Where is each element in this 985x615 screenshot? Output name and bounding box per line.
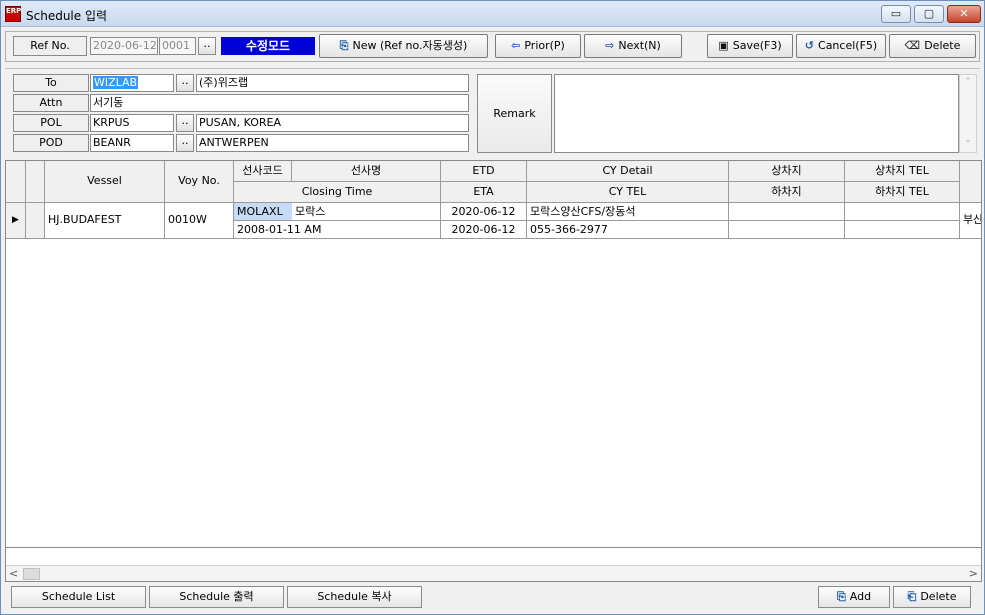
- scroll-down-icon[interactable]: ⌄: [960, 135, 976, 145]
- closing-time-header[interactable]: Closing Time: [234, 182, 441, 203]
- delete-row-button[interactable]: ⎗ Delete: [893, 586, 971, 608]
- schedule-print-button[interactable]: Schedule 출력: [149, 586, 284, 608]
- prior-button[interactable]: ⇦ Prior(P): [495, 34, 581, 58]
- overflow-cell[interactable]: 부산: [960, 203, 981, 239]
- closing-time-cell[interactable]: 2008-01-11 AM: [234, 221, 441, 239]
- grid-select-header: [26, 161, 45, 203]
- pol-code-field[interactable]: KRPUS: [90, 114, 174, 132]
- delete-button-label: Delete: [924, 39, 961, 52]
- delete-button[interactable]: ⌫ Delete: [889, 34, 976, 58]
- loading-place-cell[interactable]: [729, 203, 845, 221]
- pol-label: POL: [13, 114, 89, 132]
- unloading-tel-cell[interactable]: [845, 221, 960, 239]
- scroll-left-icon[interactable]: <: [9, 567, 18, 580]
- row-select-cell[interactable]: [26, 203, 45, 239]
- add-row-icon: ⎘: [836, 590, 846, 603]
- pol-name-field[interactable]: PUSAN, KOREA: [196, 114, 469, 132]
- grid-empty-area[interactable]: [6, 241, 981, 546]
- pod-name-field[interactable]: ANTWERPEN: [196, 134, 469, 152]
- new-record-icon: ⎘: [339, 39, 349, 52]
- new-button[interactable]: ⎘ New (Ref no.자동생성): [319, 34, 488, 58]
- to-name-field[interactable]: (주)위즈랩: [196, 74, 469, 92]
- schedule-grid: Vessel Voy No. 선사코드 선사명 Closing Time ETD…: [5, 160, 982, 582]
- voy-header[interactable]: Voy No.: [165, 161, 234, 203]
- to-browse-button[interactable]: ..: [176, 74, 194, 92]
- cy-detail-cell[interactable]: 모락스양산CFS/장동석: [527, 203, 729, 221]
- remark-textarea[interactable]: [554, 74, 959, 153]
- scroll-thumb[interactable]: [23, 568, 40, 580]
- pod-code-field[interactable]: BEANR: [90, 134, 174, 152]
- cy-detail-header[interactable]: CY Detail: [527, 161, 729, 182]
- ref-browse-button[interactable]: ..: [198, 37, 216, 55]
- loading-tel-header[interactable]: 상차지 TEL: [845, 161, 960, 182]
- eta-cell[interactable]: 2020-06-12: [441, 221, 527, 239]
- arrow-left-icon: ⇦: [511, 39, 521, 52]
- cy-tel-cell[interactable]: 055-366-2977: [527, 221, 729, 239]
- overflow-header: [960, 161, 981, 203]
- cy-tel-header[interactable]: CY TEL: [527, 182, 729, 203]
- carrier-name-cell[interactable]: 모락스: [292, 203, 441, 221]
- ref-seq-field[interactable]: 0001: [159, 37, 196, 55]
- carrier-code-header[interactable]: 선사코드: [234, 161, 292, 182]
- loading-place-header[interactable]: 상차지: [729, 161, 845, 182]
- delete-row-label: Delete: [920, 590, 957, 603]
- cancel-button[interactable]: ↺ Cancel(F5): [796, 34, 886, 58]
- eta-header[interactable]: ETA: [441, 182, 527, 203]
- delete-row-icon: ⎗: [907, 590, 917, 603]
- unloading-tel-header[interactable]: 하차지 TEL: [845, 182, 960, 203]
- pol-browse-button[interactable]: ..: [176, 114, 194, 132]
- app-icon: ERP: [5, 6, 21, 22]
- eraser-icon: ⌫: [904, 39, 921, 52]
- edit-mode-badge: 수정모드: [221, 37, 315, 55]
- grid-footer: [6, 547, 981, 565]
- window-title: Schedule 입력: [26, 9, 108, 23]
- schedule-window: ERP Schedule 입력 ▭ ▢ ✕ Ref No. 2020-06-12…: [0, 0, 985, 615]
- attn-field[interactable]: 서기동: [90, 94, 469, 112]
- unloading-place-header[interactable]: 하차지: [729, 182, 845, 203]
- add-row-label: Add: [849, 590, 872, 603]
- pod-browse-button[interactable]: ..: [176, 134, 194, 152]
- cancel-button-label: Cancel(F5): [818, 39, 878, 52]
- arrow-right-icon: ⇨: [605, 39, 615, 52]
- etd-header[interactable]: ETD: [441, 161, 527, 182]
- new-button-label: New (Ref no.자동생성): [352, 39, 468, 52]
- vessel-cell[interactable]: HJ.BUDAFEST: [45, 203, 165, 239]
- save-button[interactable]: ▣ Save(F3): [707, 34, 793, 58]
- schedule-copy-button[interactable]: Schedule 복사: [287, 586, 422, 608]
- vessel-header[interactable]: Vessel: [45, 161, 165, 203]
- next-button-label: Next(N): [618, 39, 661, 52]
- scroll-up-icon[interactable]: ⌃: [960, 77, 976, 87]
- scroll-right-icon[interactable]: >: [969, 567, 978, 580]
- carrier-name-header[interactable]: 선사명: [292, 161, 441, 182]
- prior-button-label: Prior(P): [524, 39, 565, 52]
- title-bar: ERP Schedule 입력 ▭ ▢ ✕: [1, 1, 984, 27]
- carrier-code-cell[interactable]: MOLAXL: [234, 203, 292, 221]
- schedule-list-button[interactable]: Schedule List: [11, 586, 146, 608]
- add-row-button[interactable]: ⎘ Add: [818, 586, 890, 608]
- close-button[interactable]: ✕: [947, 5, 981, 23]
- undo-icon: ↺: [804, 39, 815, 52]
- remark-scrollbar[interactable]: ⌃ ⌄: [959, 74, 977, 153]
- remark-button[interactable]: Remark: [477, 74, 552, 153]
- to-label: To: [13, 74, 89, 92]
- to-code-value: WIZLAB: [93, 76, 139, 89]
- to-code-field[interactable]: WIZLAB: [90, 74, 174, 92]
- grid-corner-header: [6, 161, 26, 203]
- etd-cell[interactable]: 2020-06-12: [441, 203, 527, 221]
- ref-date-field[interactable]: 2020-06-12: [90, 37, 158, 55]
- horizontal-scrollbar[interactable]: < >: [6, 565, 981, 581]
- voy-cell[interactable]: 0010W: [165, 203, 234, 239]
- loading-tel-cell[interactable]: [845, 203, 960, 221]
- attn-label: Attn: [13, 94, 89, 112]
- pod-label: POD: [13, 134, 89, 152]
- maximize-button[interactable]: ▢: [914, 5, 944, 23]
- minimize-button[interactable]: ▭: [881, 5, 911, 23]
- save-button-label: Save(F3): [732, 39, 782, 52]
- floppy-disk-icon: ▣: [718, 39, 729, 52]
- ref-no-label: Ref No.: [13, 36, 87, 56]
- next-button[interactable]: ⇨ Next(N): [584, 34, 682, 58]
- unloading-place-cell[interactable]: [729, 221, 845, 239]
- row-indicator-icon[interactable]: ▶: [6, 203, 26, 239]
